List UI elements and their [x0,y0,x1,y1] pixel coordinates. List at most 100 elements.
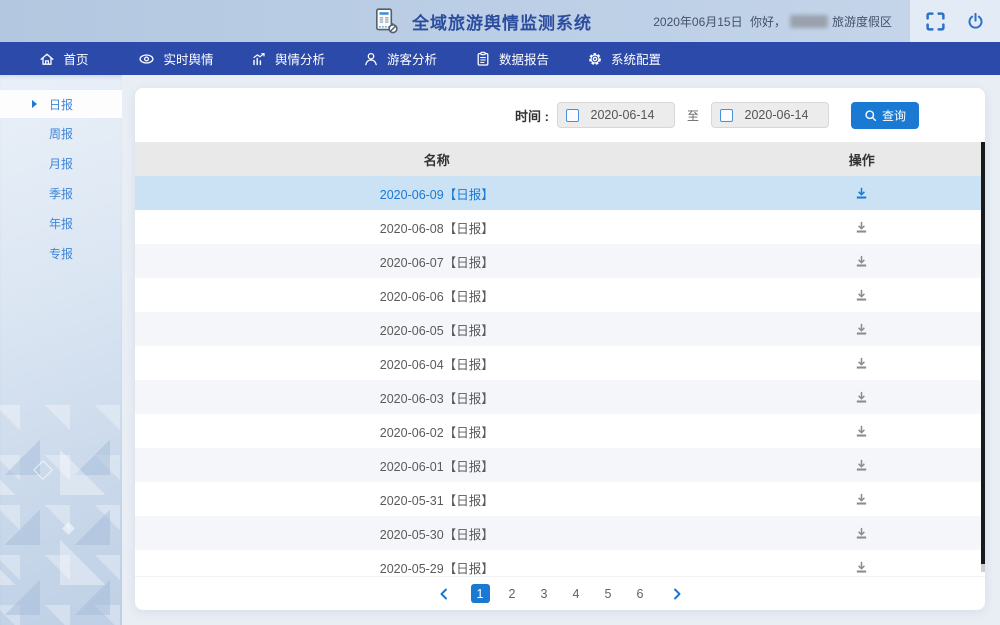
prev-page-button[interactable] [438,588,450,600]
nav-item-system-config[interactable]: 系统配置 [568,42,680,75]
page-number-button[interactable]: 2 [503,584,522,603]
nav-label: 游客分析 [387,49,437,68]
report-table-body: 2020-06-09【日报】 2020-06-08【日报】 [135,176,985,576]
next-page-button[interactable] [671,588,683,600]
download-icon [854,424,869,439]
table-row[interactable]: 2020-05-29【日报】 [135,550,985,576]
sidebar-item-quarterly-report[interactable]: 季报 [0,178,122,208]
top-header: 全域旅游舆情监测系统 2020年06月15日 你好， 旅游度假区 [0,0,1000,42]
table-row[interactable]: 2020-06-07【日报】 [135,244,985,278]
download-icon [854,220,869,235]
table-row[interactable]: 2020-05-31【日报】 [135,482,985,516]
sidebar-label: 月报 [49,155,73,172]
home-icon [39,51,55,67]
table-row[interactable]: 2020-06-08【日报】 [135,210,985,244]
download-button[interactable] [854,424,869,439]
page-number-button[interactable]: 4 [567,584,586,603]
sidebar-item-daily-report[interactable]: 日报 [0,90,122,118]
nav-item-realtime-opinion[interactable]: 实时舆情 [120,42,232,75]
nav-label: 数据报告 [499,49,549,68]
power-icon [966,12,985,31]
download-button[interactable] [854,390,869,405]
report-name: 2020-06-04【日报】 [135,354,739,373]
report-name: 2020-05-30【日报】 [135,524,739,543]
chevron-left-icon [438,588,450,600]
download-icon [854,458,869,473]
end-date-input[interactable]: 2020-06-14 [711,102,829,128]
download-button[interactable] [854,288,869,303]
download-button[interactable] [854,526,869,541]
query-button[interactable]: 查询 [851,102,919,129]
download-button[interactable] [854,220,869,235]
table-row[interactable]: 2020-06-05【日报】 [135,312,985,346]
trend-chart-icon [251,51,267,67]
start-date-input[interactable]: 2020-06-14 [557,102,675,128]
nav-item-opinion-analysis[interactable]: 舆情分析 [232,42,344,75]
pagination: 1 2 3 4 5 6 [135,576,985,610]
redacted-org-name [790,15,828,28]
header-org: 旅游度假区 [832,13,892,30]
nav-item-home[interactable]: 首页 [8,42,120,75]
table-row[interactable]: 2020-05-30【日报】 [135,516,985,550]
table-row[interactable]: 2020-06-02【日报】 [135,414,985,448]
report-name: 2020-06-08【日报】 [135,218,739,237]
download-icon [854,322,869,337]
report-name: 2020-06-07【日报】 [135,252,739,271]
chevron-right-icon [671,588,683,600]
column-header-operation: 操作 [739,150,986,169]
download-icon [854,526,869,541]
newspaper-magnifier-icon [372,6,402,36]
download-button[interactable] [854,186,869,201]
to-label: 至 [687,107,699,124]
download-icon [854,560,869,575]
filter-bar: 时间 : 2020-06-14 至 2020-06-14 查询 [135,88,985,142]
sidebar-label: 季报 [49,185,73,202]
table-row[interactable]: 2020-06-01【日报】 [135,448,985,482]
table-row[interactable]: 2020-06-04【日报】 [135,346,985,380]
sidebar-item-weekly-report[interactable]: 周报 [0,118,122,148]
download-button[interactable] [854,356,869,371]
table-row[interactable]: 2020-06-03【日报】 [135,380,985,414]
fullscreen-button[interactable] [925,11,946,32]
sidebar-item-annual-report[interactable]: 年报 [0,208,122,238]
report-name: 2020-05-29【日报】 [135,558,739,577]
eye-icon [138,51,155,67]
time-label: 时间 : [515,106,549,125]
report-name: 2020-06-05【日报】 [135,320,739,339]
page-number-button[interactable]: 6 [631,584,650,603]
main-navbar: 首页 实时舆情 舆情分析 游客分析 数据报告 [0,42,1000,75]
download-button[interactable] [854,254,869,269]
download-button[interactable] [854,492,869,507]
download-button[interactable] [854,458,869,473]
table-scrollbar[interactable] [981,142,985,572]
table-row[interactable]: 2020-06-06【日报】 [135,278,985,312]
query-button-label: 查询 [882,107,906,124]
download-icon [854,186,869,201]
header-actions [910,0,1000,42]
report-name: 2020-06-09【日报】 [135,184,739,203]
download-button[interactable] [854,560,869,575]
nav-item-visitor-analysis[interactable]: 游客分析 [344,42,456,75]
sidebar-item-special-report[interactable]: 专报 [0,238,122,268]
fullscreen-icon [925,11,946,32]
end-date-value: 2020-06-14 [733,108,820,122]
report-name: 2020-06-06【日报】 [135,286,739,305]
start-date-value: 2020-06-14 [579,108,666,122]
content-card: 时间 : 2020-06-14 至 2020-06-14 查询 名称 操作 20… [135,88,985,610]
nav-item-data-report[interactable]: 数据报告 [456,42,568,75]
calendar-square-icon [566,109,579,122]
nav-label: 首页 [63,49,88,68]
table-row[interactable]: 2020-06-09【日报】 [135,176,985,210]
report-type-sidebar: 日报 周报 月报 季报 年报 专报 [0,75,122,625]
download-icon [854,492,869,507]
download-button[interactable] [854,322,869,337]
page-number-button[interactable]: 5 [599,584,618,603]
page-number-button[interactable]: 1 [471,584,490,603]
nav-label: 实时舆情 [163,49,213,68]
header-date: 2020年06月15日 [653,13,742,30]
power-button[interactable] [966,12,985,31]
page-number-button[interactable]: 3 [535,584,554,603]
sidebar-label: 日报 [49,96,73,113]
download-icon [854,288,869,303]
sidebar-item-monthly-report[interactable]: 月报 [0,148,122,178]
